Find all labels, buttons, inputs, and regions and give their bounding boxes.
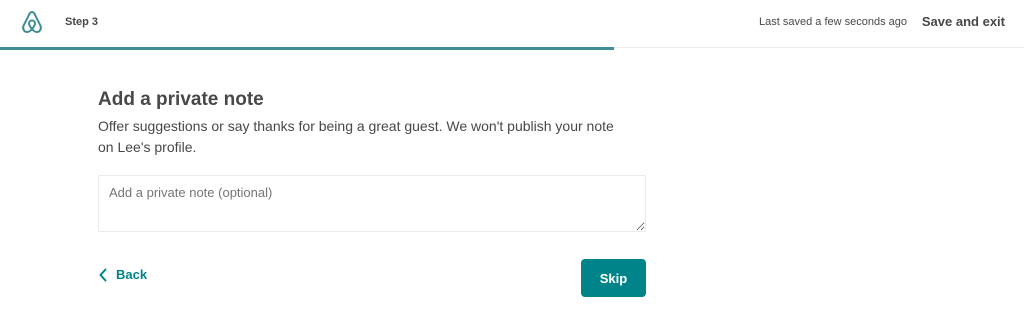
private-note-section: Add a private note Offer suggestions or … (98, 88, 646, 232)
chevron-left-icon (99, 268, 107, 281)
step-label: Step 3 (65, 16, 99, 28)
airbnb-logo-icon[interactable] (20, 9, 44, 37)
private-note-input[interactable] (98, 175, 646, 232)
top-header: Step 3 Last saved a few seconds ago Save… (0, 0, 1024, 50)
skip-button[interactable]: Skip (581, 259, 646, 297)
progress-bar (0, 47, 1024, 50)
back-button[interactable]: Back (98, 267, 147, 282)
saved-status: Last saved a few seconds ago (759, 16, 907, 28)
progress-fill (0, 47, 615, 50)
save-and-exit-button[interactable]: Save and exit (922, 14, 1005, 29)
page-title: Add a private note (98, 89, 264, 110)
back-label: Back (116, 267, 148, 282)
page-description: Offer suggestions or say thanks for bein… (98, 118, 614, 155)
